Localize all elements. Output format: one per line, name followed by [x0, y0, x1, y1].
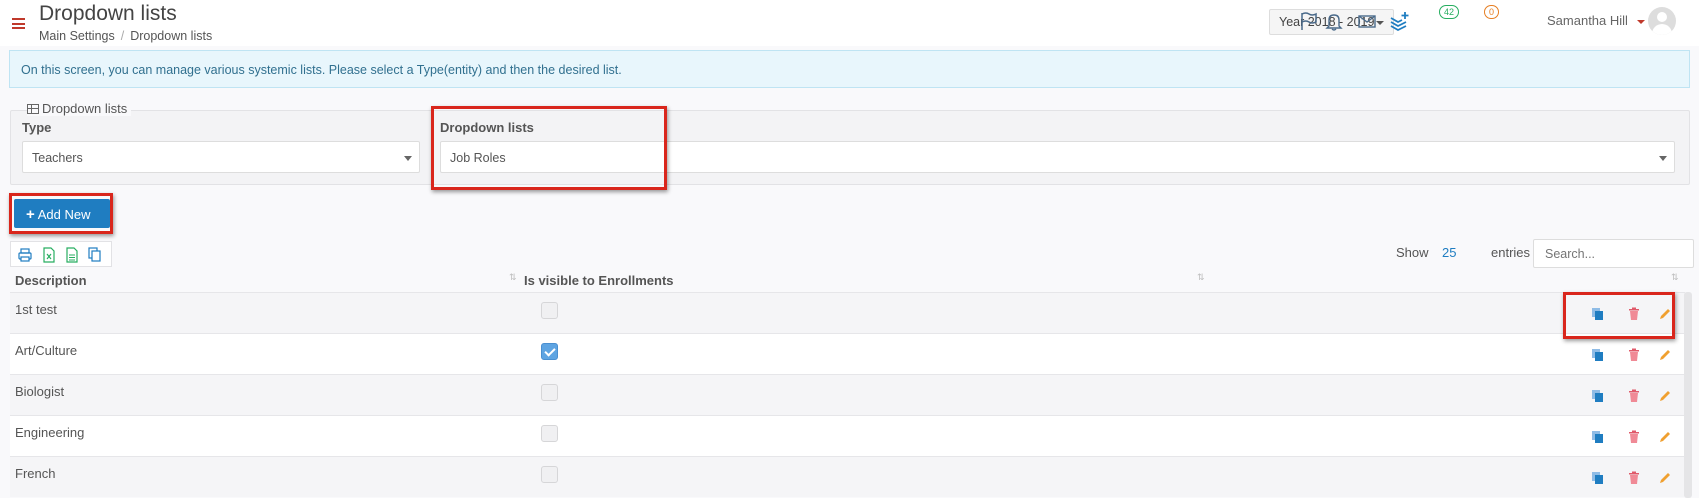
caret-down-icon — [404, 156, 412, 161]
copy-icon[interactable] — [1591, 307, 1605, 321]
page-title: Dropdown lists — [39, 2, 177, 25]
messages-badge: 0 — [1484, 5, 1500, 19]
visible-checkbox[interactable] — [541, 343, 558, 360]
show-label: Show — [1396, 245, 1429, 260]
notifications-badge: 42 — [1439, 5, 1460, 19]
visible-checkbox[interactable] — [541, 384, 558, 401]
avatar[interactable] — [1648, 7, 1676, 35]
row-description: Engineering — [15, 425, 85, 440]
breadcrumb-main-settings[interactable]: Main Settings — [39, 29, 115, 43]
trash-icon[interactable] — [1627, 307, 1641, 321]
table-row: 1st test — [10, 292, 1685, 333]
print-icon[interactable] — [18, 247, 32, 263]
edit-icon[interactable] — [1658, 348, 1672, 362]
visible-checkbox[interactable] — [541, 302, 558, 319]
breadcrumb-separator: / — [120, 29, 125, 43]
dropdown-lists-select[interactable]: Job Roles — [440, 141, 1675, 173]
table-scrollbar[interactable] — [1684, 292, 1692, 498]
trash-icon[interactable] — [1627, 471, 1641, 485]
plus-icon: + — [26, 206, 35, 223]
entries-label: entries — [1491, 245, 1531, 260]
visible-checkbox[interactable] — [541, 425, 558, 442]
copy-icon[interactable] — [1591, 471, 1605, 485]
breadcrumb: Main Settings / Dropdown lists — [39, 29, 212, 43]
menu-icon[interactable] — [12, 18, 25, 29]
sort-icon[interactable]: ⇅ — [1671, 272, 1678, 283]
table-icon — [27, 104, 39, 114]
copy-icon[interactable] — [1591, 348, 1605, 362]
row-description: 1st test — [15, 302, 57, 317]
visible-checkbox[interactable] — [541, 466, 558, 483]
layers-add-icon[interactable] — [1388, 10, 1410, 32]
panel-legend-label: Dropdown lists — [42, 101, 128, 116]
type-select[interactable]: Teachers — [22, 141, 420, 173]
bell-icon[interactable] — [1323, 10, 1345, 32]
copy-icon[interactable] — [1591, 389, 1605, 403]
dropdown-lists-value: Job Roles — [450, 151, 506, 165]
panel-legend: Dropdown lists — [27, 101, 132, 116]
sort-icon[interactable]: ⇅ — [509, 272, 516, 283]
copy-icon[interactable] — [1591, 430, 1605, 444]
table-row: French — [10, 456, 1685, 497]
user-name[interactable]: Samantha Hill — [1547, 13, 1628, 28]
type-select-value: Teachers — [32, 151, 83, 165]
add-new-label: Add New — [37, 207, 91, 222]
info-message: On this screen, you can manage various s… — [9, 50, 1690, 88]
export-toolbar — [10, 241, 112, 267]
edit-icon[interactable] — [1658, 389, 1672, 403]
table-row: Biologist — [10, 374, 1685, 415]
caret-down-icon — [1659, 156, 1667, 161]
top-bar: Dropdown lists Main Settings / Dropdown li… — [0, 0, 1699, 46]
csv-icon[interactable] — [65, 247, 79, 263]
type-label: Type — [22, 120, 52, 135]
flag-icon[interactable] — [1297, 10, 1319, 32]
sort-icon[interactable]: ⇅ — [1197, 272, 1204, 283]
table-row: Engineering — [10, 415, 1685, 456]
page-size-select[interactable]: 25 — [1442, 245, 1456, 260]
edit-icon[interactable] — [1658, 430, 1672, 444]
edit-icon[interactable] — [1658, 307, 1672, 321]
column-header-visible[interactable]: Is visible to Enrollments — [524, 273, 674, 288]
envelope-icon[interactable] — [1356, 10, 1378, 32]
trash-icon[interactable] — [1627, 348, 1641, 362]
excel-icon[interactable] — [42, 247, 56, 263]
user-caret-icon[interactable] — [1637, 20, 1645, 24]
edit-icon[interactable] — [1658, 471, 1672, 485]
dropdown-lists-label: Dropdown lists — [440, 120, 534, 135]
add-new-button[interactable]: + Add New — [14, 199, 110, 228]
trash-icon[interactable] — [1627, 430, 1641, 444]
column-header-description[interactable]: Description — [15, 273, 87, 288]
row-description: Biologist — [15, 384, 65, 399]
row-description: Art/Culture — [15, 343, 78, 358]
trash-icon[interactable] — [1627, 389, 1641, 403]
copy-icon[interactable] — [88, 247, 102, 263]
breadcrumb-current: Dropdown lists — [130, 29, 213, 43]
table-row: Art/Culture — [10, 333, 1685, 374]
search-input[interactable] — [1533, 239, 1694, 268]
row-description: French — [15, 466, 56, 481]
